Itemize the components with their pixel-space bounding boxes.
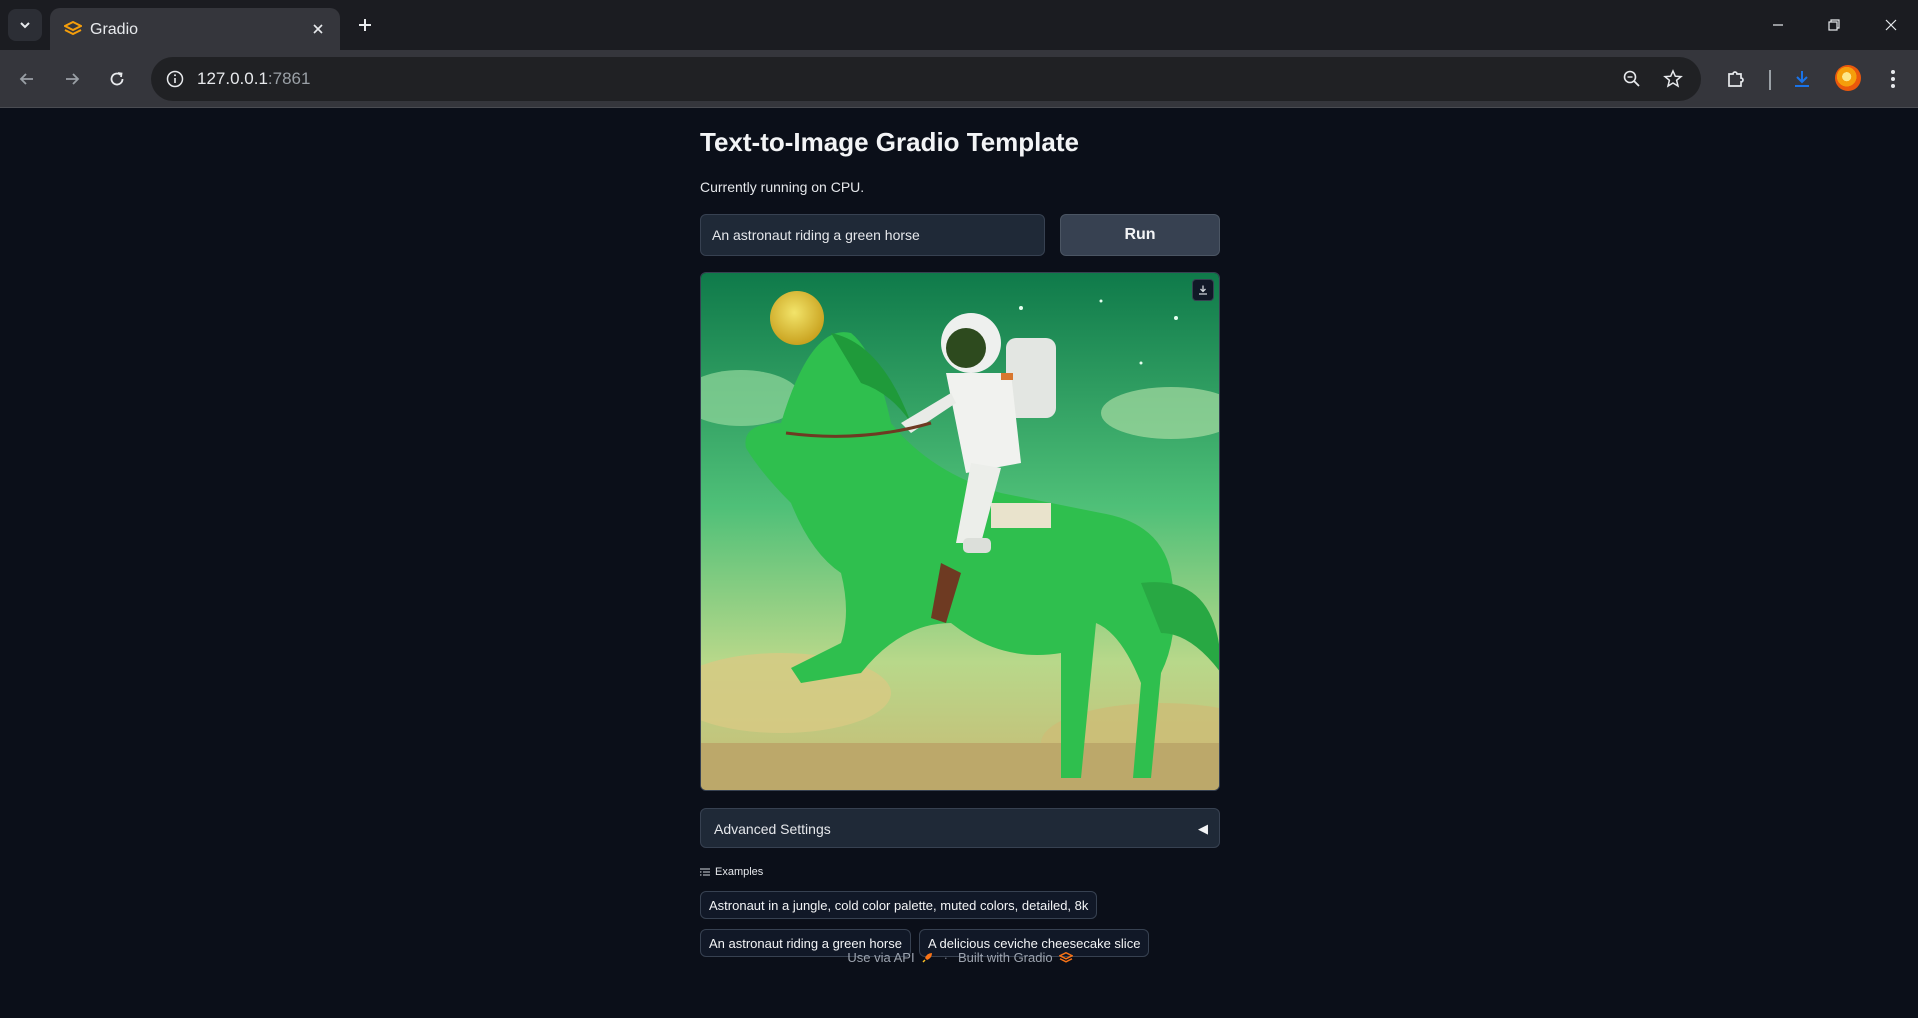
reload-button[interactable]: [101, 63, 133, 95]
rocket-icon: [922, 953, 932, 963]
address-bar[interactable]: 127.0.0.1:7861: [151, 57, 1701, 101]
url-host: 127.0.0.1: [197, 69, 268, 88]
caret-left-icon: ◀: [1198, 821, 1208, 836]
new-tab-button[interactable]: [352, 12, 378, 38]
minimize-icon: [1773, 24, 1783, 26]
star-icon: [1663, 69, 1683, 88]
run-button[interactable]: Run: [1060, 214, 1220, 256]
bookmark-button[interactable]: [1658, 64, 1688, 94]
close-icon: [313, 24, 323, 34]
examples-label: Examples: [715, 866, 764, 878]
url-port: :7861: [267, 69, 311, 88]
gradio-logo-icon: [64, 21, 82, 36]
tab-search-button[interactable]: [8, 9, 42, 41]
tab-close-button[interactable]: [308, 19, 328, 39]
more-vertical-icon: [1891, 70, 1895, 88]
restore-icon: [1828, 19, 1840, 31]
result-image: [700, 272, 1220, 791]
download-image-button[interactable]: [1192, 279, 1214, 301]
info-icon: [166, 70, 184, 88]
toolbar-separator: [1769, 70, 1771, 90]
chevron-down-icon: [20, 22, 30, 29]
puzzle-icon: [1728, 71, 1744, 87]
back-button[interactable]: [11, 63, 43, 95]
profile-avatar[interactable]: [1835, 65, 1861, 91]
forward-button[interactable]: [56, 63, 88, 95]
download-icon: [1199, 285, 1207, 295]
minimize-button[interactable]: [1758, 10, 1798, 40]
browser-tab[interactable]: Gradio: [50, 8, 340, 50]
footer-separator: ·: [943, 950, 948, 965]
advanced-settings-accordion[interactable]: Advanced Settings ◀: [700, 808, 1220, 848]
prompt-input[interactable]: [700, 214, 1045, 256]
accordion-label: Advanced Settings: [714, 821, 831, 837]
device-status: Currently running on CPU.: [700, 179, 865, 195]
browser-tab-bar: Gradio: [0, 0, 1918, 50]
arrow-right-icon: [66, 73, 80, 85]
examples-header: Examples: [700, 866, 763, 878]
gradio-logo-icon: [1058, 951, 1073, 963]
extensions-button[interactable]: [1720, 63, 1752, 95]
example-button[interactable]: Astronaut in a jungle, cold color palett…: [700, 891, 1098, 919]
use-via-api-link[interactable]: Use via API: [847, 950, 914, 965]
arrow-left-icon: [19, 73, 33, 85]
generated-image-astronaut-horse: [701, 273, 1219, 790]
page-title: Text-to-Image Gradio Template: [700, 127, 1079, 157]
url-text: 127.0.0.1:7861: [197, 69, 310, 89]
browser-menu-button[interactable]: [1877, 63, 1909, 95]
close-icon: [1885, 19, 1897, 31]
site-info-button[interactable]: [159, 63, 191, 95]
tab-title: Gradio: [90, 21, 139, 38]
close-window-button[interactable]: [1871, 10, 1911, 40]
zoom-icon: [1623, 70, 1640, 87]
restore-button[interactable]: [1814, 10, 1854, 40]
downloads-button[interactable]: [1786, 63, 1818, 95]
list-icon: [700, 868, 710, 876]
download-icon: [1795, 71, 1809, 87]
reload-icon: [110, 72, 124, 86]
built-with-gradio-link[interactable]: Built with Gradio: [958, 950, 1053, 965]
plus-icon: [359, 19, 371, 31]
zoom-button[interactable]: [1617, 64, 1647, 94]
browser-toolbar: 127.0.0.1:7861: [0, 50, 1918, 108]
footer: Use via API · Built with Gradio: [700, 950, 1220, 965]
